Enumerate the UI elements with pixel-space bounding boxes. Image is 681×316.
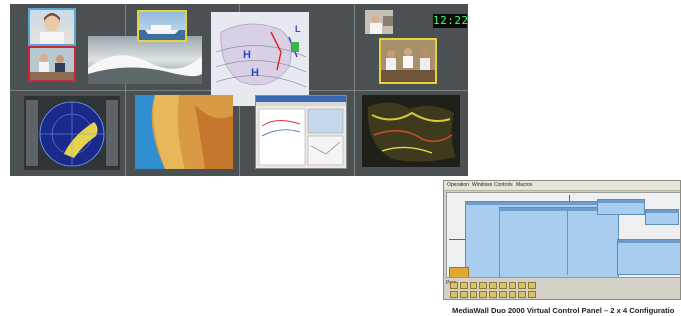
virtual-control-panel: Operation Windows Controls Macros Pres [443,180,681,300]
doctor-image [370,15,393,34]
video-window-portrait [28,8,76,46]
radar-display [24,96,120,170]
layout-window[interactable] [617,239,680,275]
window-edge [499,209,500,275]
high-pressure-marker: H [251,67,259,79]
preset-thumbnails-row [450,291,537,299]
wall-clock: 12:22 [433,14,468,28]
menu-macros[interactable]: Macros [516,182,532,189]
preset-thumbnails-row [450,282,537,291]
wave-image [88,55,202,84]
video-window-conference [379,38,437,84]
preset-thumbnail[interactable] [459,291,468,298]
layout-window-titlebar[interactable] [598,200,644,203]
preset-thumbnail[interactable] [469,282,478,289]
preset-thumbnail[interactable] [518,291,527,298]
preset-thumbnail[interactable] [528,282,537,289]
software-screen [256,96,346,166]
preset-thumbnail[interactable] [508,291,517,298]
preset-thumbnail[interactable] [518,282,527,289]
radar-window [24,96,120,170]
preset-thumbnail[interactable] [479,282,488,289]
menu-bar: Operation Windows Controls Macros [444,181,680,191]
menu-operation[interactable]: Operation [447,182,469,189]
high-pressure-marker: H [243,49,251,61]
layout-window[interactable] [645,209,679,225]
layout-window-titlebar[interactable] [646,210,678,213]
meeting-image [30,48,74,80]
geology-map [362,95,460,167]
preset-thumbnail[interactable] [489,282,497,289]
window-edge [567,209,568,275]
video-window-meeting [28,46,76,82]
geology-map-window [362,95,460,167]
software-window [255,95,347,169]
preset-thumbnail[interactable] [450,291,458,298]
video-wall: H H L 12:22 [10,4,468,176]
layout-window[interactable] [597,199,645,215]
low-pressure-marker: L [295,24,301,34]
preset-thumbnail[interactable] [498,291,507,298]
video-window-surf [88,36,202,84]
conference-image [381,40,435,82]
wall-layout-canvas[interactable] [446,192,680,278]
layout-window-selected[interactable] [449,267,469,277]
preset-thumbnail[interactable] [498,282,507,289]
preset-thumbnail[interactable] [479,291,488,298]
layout-window-titlebar[interactable] [466,202,616,205]
video-window-ship [137,10,187,42]
terrain-map-window [135,95,233,169]
ship-image [139,25,185,40]
preset-thumbnail[interactable] [450,282,458,289]
terrain-map [135,95,233,169]
preset-thumbnail[interactable] [489,291,497,298]
layout-window-titlebar[interactable] [618,240,680,243]
person-image [40,13,64,44]
preset-thumbnail[interactable] [459,282,468,289]
figure-caption: MediaWall Duo 2000 Virtual Control Panel… [452,306,675,315]
preset-thumbnail[interactable] [469,291,478,298]
video-window-doctor [365,10,393,34]
weather-map-window: H H L [211,12,309,106]
menu-controls[interactable]: Controls [494,182,513,189]
menu-windows[interactable]: Windows [472,182,492,189]
preset-thumbnail[interactable] [508,282,517,289]
layout-window[interactable] [499,207,619,277]
weather-map: H H L [211,12,309,106]
preset-thumbnail[interactable] [528,291,537,298]
